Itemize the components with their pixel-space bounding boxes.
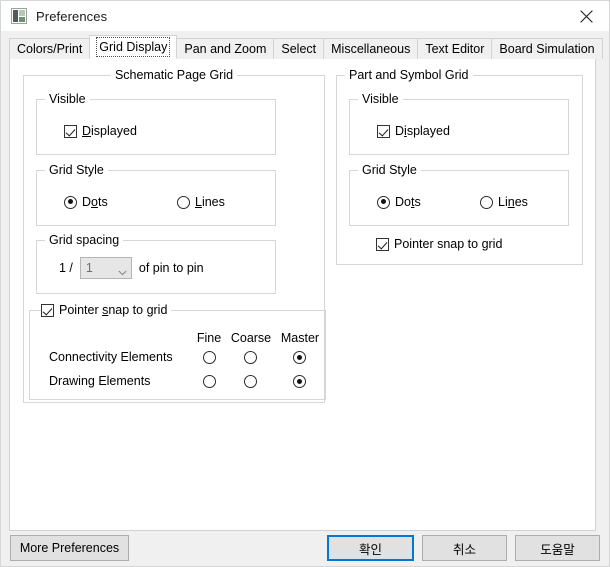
part-grid-style-group: Grid Style Dots Lines (349, 163, 569, 226)
tab-label: Board Simulation (499, 42, 595, 56)
snap-connectivity-fine-radio[interactable] (203, 351, 216, 364)
app-icon (11, 8, 27, 24)
tab-colors-print[interactable]: Colors/Print (9, 38, 91, 59)
part-and-symbol-grid-group: Part and Symbol Grid Visible Displayed G… (336, 68, 583, 265)
checkbox-label: Displayed (395, 124, 450, 138)
grid-spacing-value: 1 (85, 261, 93, 275)
snap-drawing-fine-radio[interactable] (203, 375, 216, 388)
schematic-visible-group: Visible Displayed (36, 92, 276, 155)
tab-text-editor[interactable]: Text Editor (417, 38, 493, 59)
button-label: 취소 (452, 542, 476, 557)
tab-label: Miscellaneous (331, 42, 411, 56)
grid-spacing-suffix: of pin to pin (138, 261, 204, 275)
group-legend: Schematic Page Grid (110, 68, 238, 82)
grid-spacing-dropdown[interactable]: 1 (79, 257, 132, 279)
grid-display-pane: Schematic Page Grid Visible Displayed Gr… (9, 58, 596, 531)
tab-pan-and-zoom[interactable]: Pan and Zoom (176, 38, 275, 59)
radio-label: Dots (395, 195, 421, 209)
checkbox-box (41, 303, 54, 317)
snap-column-master: Master (280, 331, 320, 345)
snap-drawing-coarse-radio[interactable] (244, 375, 257, 388)
part-pointer-snap-checkbox[interactable]: Pointer snap to grid (376, 237, 502, 251)
window-title: Preferences (36, 8, 108, 24)
button-label: 확인 (358, 542, 382, 557)
tab-select[interactable]: Select (273, 38, 325, 59)
checkbox-label: Pointer snap to grid (394, 237, 503, 251)
tab-miscellaneous[interactable]: Miscellaneous (323, 38, 419, 59)
snap-row-label-drawing: Drawing Elements (49, 374, 151, 388)
tab-label: Colors/Print (17, 42, 83, 56)
preferences-window: Preferences Colors/Print Grid Display Pa… (0, 0, 610, 567)
button-label: 도움말 (540, 542, 575, 557)
tab-strip: Colors/Print Grid Display Pan and Zoom S… (9, 35, 603, 59)
snap-column-coarse: Coarse (230, 331, 272, 345)
checkbox-label: Displayed (82, 124, 137, 138)
snap-drawing-master-radio[interactable] (293, 375, 306, 388)
snap-row-label-connectivity: Connectivity Elements (49, 350, 173, 364)
schematic-page-grid-group: Schematic Page Grid Visible Displayed Gr… (23, 68, 326, 403)
group-legend: Part and Symbol Grid (345, 68, 473, 82)
tab-label: Select (281, 42, 317, 56)
grid-spacing-prefix: 1 / (59, 261, 73, 275)
checkbox-box (377, 124, 390, 138)
part-grid-style-lines-radio[interactable]: Lines (480, 195, 528, 209)
radio-label: Lines (498, 195, 528, 209)
tab-board-simulation[interactable]: Board Simulation (491, 38, 603, 59)
tab-label: Text Editor (425, 42, 485, 56)
tab-label: Pan and Zoom (184, 42, 267, 56)
schematic-grid-style-dots-radio[interactable]: Dots (64, 195, 108, 209)
schematic-grid-style-lines-radio[interactable]: Lines (177, 195, 225, 209)
cancel-button[interactable]: 취소 (422, 535, 507, 561)
part-grid-style-dots-radio[interactable]: Dots (377, 195, 421, 209)
title-bar: Preferences (1, 1, 609, 31)
close-icon[interactable] (563, 1, 609, 31)
more-preferences-button[interactable]: More Preferences (10, 535, 129, 561)
schematic-grid-style-group: Grid Style Dots Lines (36, 163, 276, 226)
snap-connectivity-coarse-radio[interactable] (244, 351, 257, 364)
checkbox-label: Pointer snap to grid (59, 303, 168, 317)
ok-button[interactable]: 확인 (327, 535, 414, 561)
schematic-displayed-checkbox[interactable]: Displayed (64, 124, 137, 138)
part-visible-group: Visible Displayed (349, 92, 569, 155)
tab-grid-display[interactable]: Grid Display (89, 35, 178, 59)
tab-label: Grid Display (96, 37, 171, 57)
group-legend: Visible (45, 92, 90, 106)
part-displayed-checkbox[interactable]: Displayed (377, 124, 450, 138)
radio-circle (377, 195, 390, 209)
group-legend: Grid spacing (45, 233, 124, 247)
chevron-down-icon (118, 265, 127, 276)
radio-circle (480, 195, 493, 209)
group-legend: Visible (358, 92, 403, 106)
schematic-grid-spacing-group: Grid spacing 1 / 1 of pin to pin (36, 233, 276, 294)
button-label: More Preferences (19, 541, 120, 555)
radio-label: Lines (195, 195, 225, 209)
help-button[interactable]: 도움말 (515, 535, 600, 561)
snap-column-fine: Fine (196, 331, 222, 345)
radio-label: Dots (82, 195, 108, 209)
snap-connectivity-master-radio[interactable] (293, 351, 306, 364)
radio-circle (64, 195, 77, 209)
group-legend: Grid Style (358, 163, 421, 177)
checkbox-box (64, 124, 77, 138)
schematic-snap-group: Pointer snap to grid Fine Coarse Master … (29, 303, 326, 400)
grid-spacing-row: 1 / 1 of pin to pin (59, 257, 204, 279)
radio-circle (177, 195, 190, 209)
group-legend: Grid Style (45, 163, 108, 177)
schematic-pointer-snap-checkbox[interactable]: Pointer snap to grid (41, 303, 172, 317)
checkbox-box (376, 237, 389, 251)
